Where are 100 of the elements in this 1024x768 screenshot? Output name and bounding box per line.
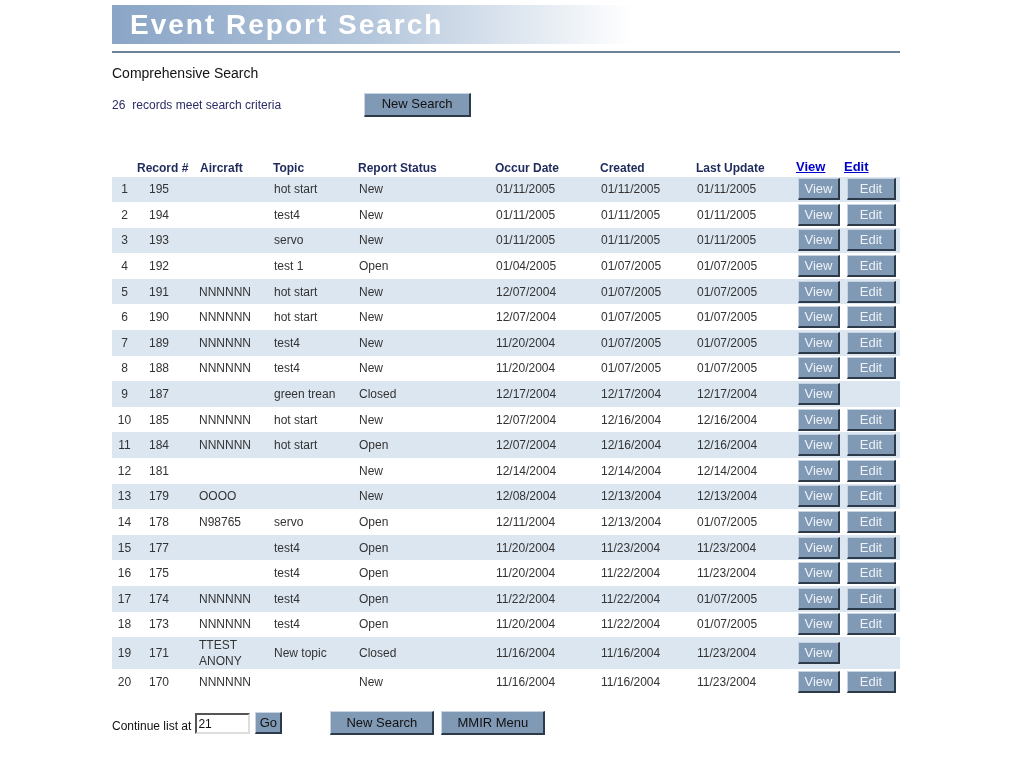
table-cell: 12/16/2004 [601, 438, 662, 453]
edit-button[interactable]: Edit [847, 434, 896, 457]
table-cell: New [359, 361, 383, 376]
table-cell: 12/11/2004 [496, 515, 556, 529]
table-cell: 12/16/2004 [601, 412, 662, 427]
column-link[interactable]: Edit [844, 159, 869, 174]
table-cell: 01/07/2005 [697, 310, 758, 325]
table-cell: test4 [274, 540, 300, 555]
view-button[interactable]: View [798, 613, 840, 636]
table-cell-text: TTEST ANONY [199, 637, 243, 670]
edit-button[interactable]: Edit [847, 562, 896, 585]
edit-button[interactable]: Edit [847, 511, 896, 533]
table-cell: 01/07/2005 [697, 335, 758, 350]
view-button[interactable]: View [798, 203, 840, 226]
table-cell: 12/14/2004 [496, 463, 557, 478]
edit-button[interactable]: Edit [847, 357, 896, 380]
edit-button[interactable]: Edit [847, 459, 896, 482]
edit-button[interactable]: Edit [847, 306, 896, 329]
page-title: Event Report Search [130, 10, 444, 39]
view-button[interactable]: View [798, 434, 840, 457]
edit-button[interactable]: Edit [847, 408, 896, 431]
table-cell: hot start [274, 182, 318, 197]
table-cell: NNNNNN [199, 283, 249, 300]
edit-button[interactable]: Edit [847, 536, 896, 559]
table-cell: test 1 [274, 259, 304, 274]
record-count-label: records meet search criteria [132, 96, 282, 114]
edit-button[interactable]: Edit [847, 255, 896, 278]
view-button[interactable]: View [798, 536, 840, 559]
new-search-button[interactable]: New Search [330, 710, 435, 735]
table-cell: 173 [149, 617, 169, 632]
table-cell: 01/11/2005 [697, 182, 757, 197]
view-button[interactable]: View [798, 280, 840, 303]
table-cell: New [359, 284, 383, 299]
edit-button[interactable]: Edit [847, 229, 896, 252]
table-cell: 8 [121, 361, 128, 376]
edit-button[interactable]: Edit [847, 203, 896, 226]
view-button[interactable]: View [798, 331, 840, 354]
edit-button[interactable]: Edit [847, 671, 896, 693]
continue-label: Continue list at [112, 717, 192, 735]
table-cell: 11/23/2004 [697, 675, 757, 689]
table-cell: NNNNNN [199, 360, 249, 377]
table-cell: 12 [117, 463, 132, 478]
table-cell: 184 [149, 438, 169, 453]
table-cell: green trean [274, 387, 336, 402]
view-button[interactable]: View [798, 383, 840, 406]
table-cell: hot start [274, 310, 318, 325]
table-cell: 191 [149, 284, 169, 299]
edit-button[interactable]: Edit [847, 178, 896, 201]
table-cell: 12/13/2004 [601, 515, 662, 529]
table-cell: New [359, 310, 383, 325]
table-cell: 1 [121, 182, 128, 197]
table-cell: 01/07/2005 [601, 335, 662, 350]
view-button[interactable]: View [798, 255, 840, 278]
table-cell: 11/20/2004 [496, 540, 556, 555]
view-button[interactable]: View [798, 459, 840, 482]
table-cell-text: N98765 [199, 514, 243, 530]
view-button[interactable]: View [798, 408, 840, 431]
table-cell: 01/07/2005 [601, 310, 662, 325]
view-button[interactable]: View [798, 671, 840, 693]
view-button[interactable]: View [798, 642, 840, 665]
view-button[interactable]: View [798, 562, 840, 585]
view-button[interactable]: View [798, 357, 840, 380]
table-cell: 11/16/2004 [601, 675, 661, 689]
table-cell: 11/23/2004 [697, 540, 757, 555]
view-button[interactable]: View [798, 511, 840, 533]
go-button[interactable]: Go [255, 711, 283, 734]
table-cell: Open [359, 617, 389, 632]
table-cell: hot start [274, 438, 318, 453]
edit-button[interactable]: Edit [847, 587, 896, 610]
edit-button[interactable]: Edit [847, 280, 896, 303]
table-cell: 18 [117, 617, 132, 632]
table-cell: 12/07/2004 [496, 412, 557, 427]
table-cell: NNNNNN [199, 674, 249, 690]
edit-button[interactable]: Edit [847, 331, 896, 354]
edit-button[interactable]: Edit [847, 485, 896, 508]
table-cell: New [359, 463, 383, 478]
table-cell: Closed [359, 646, 397, 661]
view-button[interactable]: View [798, 229, 840, 252]
column-header: Report Status [358, 160, 437, 175]
view-button[interactable]: View [798, 178, 840, 201]
table-cell: New topic [274, 646, 327, 661]
start-row-field[interactable]: 21 [195, 713, 251, 735]
table-cell: 11/23/2004 [601, 540, 661, 555]
table-cell: 12/08/2004 [496, 489, 557, 504]
table-cell: 20 [117, 675, 132, 689]
new-search-button[interactable]: New Search [364, 92, 472, 117]
record-count: 26 [112, 96, 126, 114]
table-cell: NNNNNN [199, 411, 249, 428]
table-cell: Open [359, 515, 389, 529]
view-button[interactable]: View [798, 306, 840, 329]
table-cell: 11/16/2004 [496, 646, 556, 661]
table-cell: 12/16/2004 [697, 412, 758, 427]
table-cell: 188 [149, 361, 169, 376]
view-button[interactable]: View [798, 587, 840, 610]
column-link[interactable]: View [796, 159, 826, 174]
view-button[interactable]: View [798, 485, 840, 508]
table-cell-text: OOOO [199, 488, 238, 505]
edit-button[interactable]: Edit [847, 613, 896, 636]
table-cell: 178 [149, 515, 169, 529]
menu-button[interactable]: MMIR Menu [441, 710, 546, 735]
